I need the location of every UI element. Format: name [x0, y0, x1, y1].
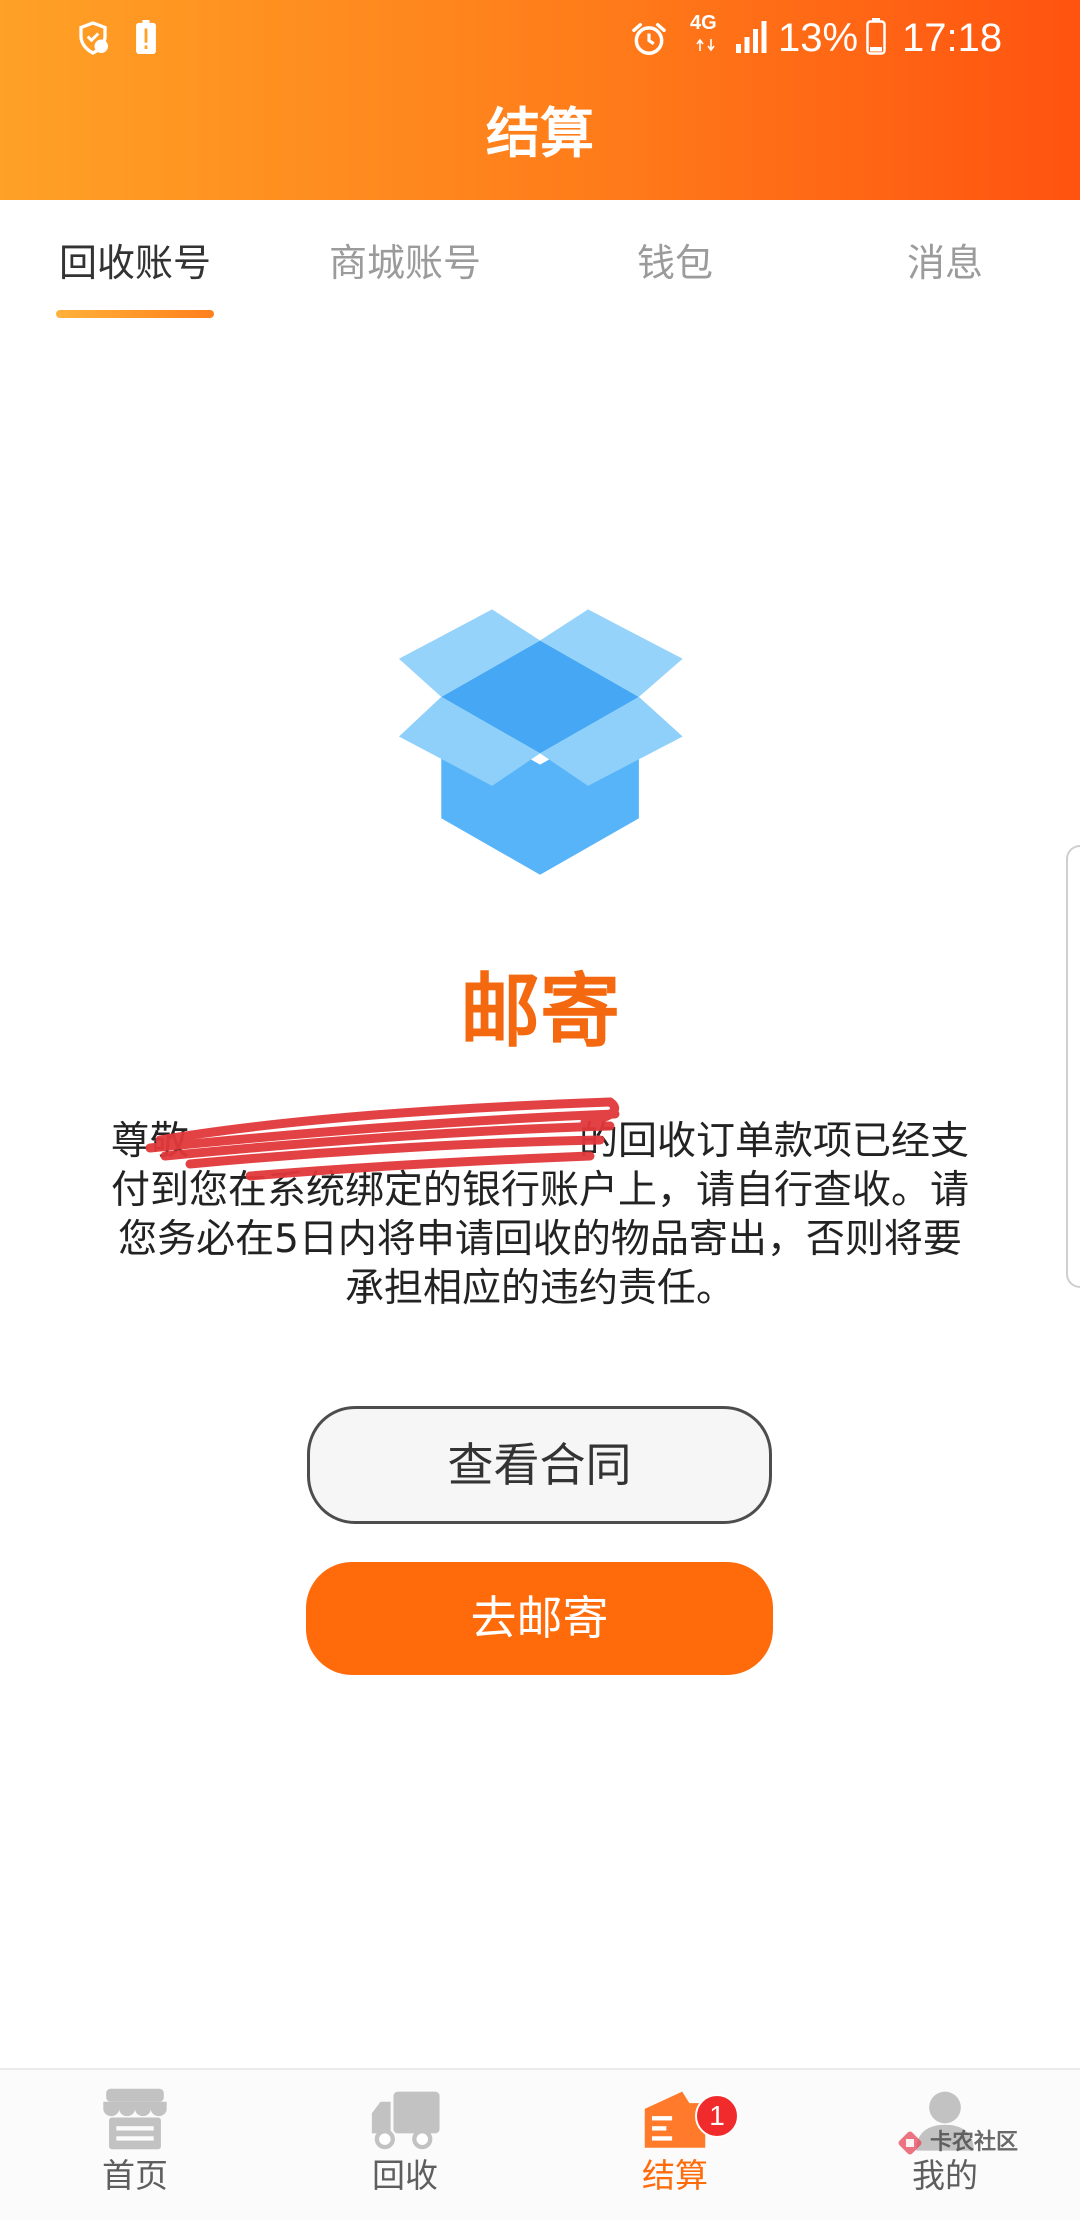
redaction-scribble [145, 1097, 620, 1181]
watermark-text: 卡农社区 [930, 2130, 1019, 2155]
data-arrows-icon [696, 38, 715, 52]
page-title: 结算 [486, 102, 594, 165]
account-tabs: 回收账号 商城账号 钱包 消息 [0, 200, 1080, 325]
active-tab-indicator [56, 310, 214, 318]
view-contract-button[interactable]: 查看合同 [307, 1406, 772, 1524]
message-line-3: 您务必在5日内将申请回收的物品寄出，否则将要 [118, 1217, 962, 1262]
battery-icon [866, 18, 886, 55]
shield-notification-icon [79, 21, 108, 55]
storefront-icon [103, 2088, 167, 2150]
tab-label: 商城账号 [328, 241, 481, 285]
go-mail-button[interactable]: 去邮寄 [306, 1562, 773, 1675]
truck-icon [371, 2091, 440, 2150]
watermark: 卡农社区 [896, 2126, 1018, 2160]
clock: 17:18 [902, 16, 1003, 60]
nav-item-settlement[interactable]: 1 结算 [540, 2070, 810, 2220]
tab-wallet[interactable]: 钱包 [540, 200, 810, 325]
edge-panel-handle[interactable] [1066, 845, 1080, 1288]
nav-item-recycle[interactable]: 回收 [270, 2070, 540, 2220]
tab-label: 消息 [906, 241, 983, 285]
signal-icon [736, 21, 767, 53]
battery-alert-icon [136, 20, 156, 54]
nav-label: 首页 [102, 2156, 168, 2195]
open-box-icon [398, 609, 683, 875]
alarm-icon [632, 23, 666, 55]
tab-mall-account[interactable]: 商城账号 [270, 200, 540, 325]
mail-title: 邮寄 [460, 965, 620, 1058]
notification-badge: 1 [695, 2094, 739, 2138]
watermark-logo-icon [898, 2131, 922, 2155]
tab-recycle-account[interactable]: 回收账号 [0, 200, 270, 325]
nav-item-home[interactable]: 首页 [0, 2070, 270, 2220]
nav-label: 回收 [372, 2156, 438, 2195]
app-header: 4G 13% 17:18 结算 [0, 0, 1080, 200]
tab-label: 回收账号 [58, 241, 211, 285]
message-text: 的回收订单款项已经支 [579, 1119, 970, 1164]
nav-label: 我的 [912, 2156, 978, 2195]
message-line-4: 承担相应的违约责任。 [344, 1266, 735, 1311]
tab-messages[interactable]: 消息 [810, 200, 1080, 325]
battery-percentage: 13% [778, 16, 859, 60]
tab-label: 钱包 [636, 241, 713, 285]
network-type: 4G [690, 12, 717, 34]
nav-label: 结算 [642, 2156, 708, 2195]
